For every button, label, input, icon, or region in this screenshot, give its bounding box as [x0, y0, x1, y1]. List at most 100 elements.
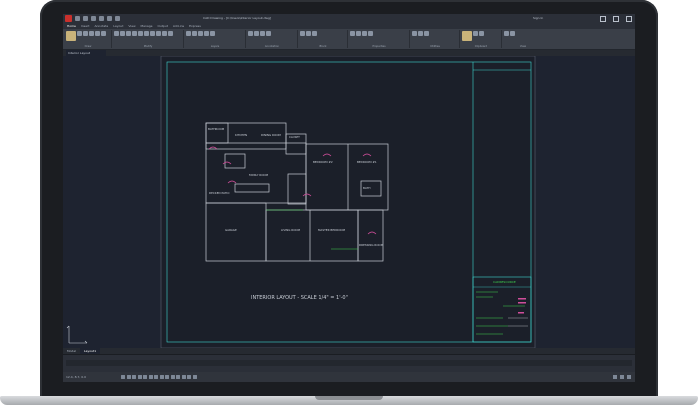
- drawing-canvas[interactable]: BATHROOM KITCHEN DINING ROOM CLOSET BEDR…: [63, 56, 635, 348]
- array-icon[interactable]: [168, 31, 173, 36]
- ribbon-group-layers: Layers: [185, 30, 246, 48]
- ortho-icon[interactable]: [132, 375, 136, 379]
- trim-icon[interactable]: [138, 31, 143, 36]
- drawing-caption: INTERIOR LAYOUT - SCALE 1/4" = 1'-0": [251, 295, 348, 301]
- undo-icon[interactable]: [107, 16, 112, 21]
- redo-icon[interactable]: [115, 16, 120, 21]
- menu-icon[interactable]: [627, 375, 631, 379]
- match-properties-icon[interactable]: [350, 31, 355, 36]
- app-logo-icon[interactable]: [65, 15, 72, 22]
- room-label-kitchen: KITCHEN: [235, 133, 247, 137]
- paste-icon[interactable]: [462, 31, 472, 41]
- title-block-name: CADRESOURCE: [493, 280, 516, 284]
- layer-lock-icon[interactable]: [204, 31, 209, 36]
- ribbon-group-utilities: Utilities: [411, 30, 460, 48]
- otrack-icon[interactable]: [148, 375, 153, 379]
- lineweight-icon[interactable]: [368, 31, 373, 36]
- extend-icon[interactable]: [144, 31, 149, 36]
- layer-freeze-icon[interactable]: [198, 31, 203, 36]
- room-label-closet: CLOSET: [289, 135, 300, 139]
- copy-icon[interactable]: [120, 31, 125, 36]
- polyline-icon[interactable]: [77, 31, 82, 36]
- ribbon-group-label: Modify: [143, 45, 153, 48]
- ribbon-group-clipboard: Clipboard: [461, 30, 502, 48]
- maximize-icon[interactable]: [613, 16, 619, 22]
- line-icon[interactable]: [66, 31, 76, 41]
- print-icon[interactable]: [99, 16, 104, 21]
- rotate-icon[interactable]: [126, 31, 131, 36]
- title-block-mark: [518, 298, 526, 300]
- fullscreen-icon[interactable]: [613, 375, 617, 379]
- save-icon[interactable]: [91, 16, 96, 21]
- dynamic-input-icon[interactable]: [170, 375, 175, 379]
- layer-on-icon[interactable]: [192, 31, 197, 36]
- window-title: CAD Drawing - [C:\Users\Interior Layout.…: [203, 16, 272, 20]
- select-icon[interactable]: [424, 31, 429, 36]
- title-block-mark: [518, 312, 524, 314]
- room-label-family: FAMILY ROOM: [249, 173, 269, 177]
- ribbon-group-modify: Modify: [113, 30, 184, 48]
- mirror-icon[interactable]: [132, 31, 137, 36]
- ribbon-group-block: Block: [299, 30, 348, 48]
- transparency-icon[interactable]: [159, 375, 164, 379]
- layer-properties-icon[interactable]: [186, 31, 191, 36]
- leader-icon[interactable]: [260, 31, 265, 36]
- table-icon[interactable]: [266, 31, 271, 36]
- hatch-icon[interactable]: [101, 31, 106, 36]
- fillet-icon[interactable]: [150, 31, 155, 36]
- room-label-bathroom: BATHROOM: [208, 127, 225, 131]
- workspace-icon[interactable]: [181, 375, 186, 379]
- layer-color-icon[interactable]: [210, 31, 215, 36]
- create-block-icon[interactable]: [306, 31, 311, 36]
- room-label-dining: DINING ROOM: [261, 133, 281, 137]
- command-line: [63, 354, 635, 373]
- customize-icon[interactable]: [620, 375, 624, 379]
- lineweight-toggle-icon[interactable]: [154, 375, 158, 379]
- close-icon[interactable]: [626, 16, 632, 22]
- annotation-scale-icon[interactable]: [176, 375, 180, 379]
- grid-icon[interactable]: [126, 375, 131, 379]
- move-icon[interactable]: [114, 31, 119, 36]
- selection-cycle-icon[interactable]: [165, 375, 169, 379]
- arc-icon[interactable]: [89, 31, 94, 36]
- ribbon-group-draw: Draw: [65, 30, 112, 48]
- dimension-icon[interactable]: [254, 31, 259, 36]
- ucs-icon: [66, 325, 88, 344]
- command-input[interactable]: [66, 360, 632, 366]
- ribbon-group-label: Clipboard: [474, 45, 488, 48]
- cut-icon[interactable]: [473, 31, 478, 36]
- sign-in-link[interactable]: Sign In: [533, 14, 543, 23]
- ribbon-group-properties: Properties: [349, 30, 410, 48]
- view-icon[interactable]: [504, 31, 509, 36]
- title-bar: CAD Drawing - [C:\Users\Interior Layout.…: [63, 14, 635, 23]
- linetype-icon[interactable]: [362, 31, 367, 36]
- minimize-icon[interactable]: [600, 16, 606, 22]
- ribbon-group-label: Draw: [84, 45, 92, 48]
- new-icon[interactable]: [75, 16, 80, 21]
- insert-block-icon[interactable]: [300, 31, 305, 36]
- isolate-icon[interactable]: [187, 375, 191, 379]
- rectangle-icon[interactable]: [95, 31, 100, 36]
- copy-clip-icon[interactable]: [479, 31, 484, 36]
- zoom-icon[interactable]: [510, 31, 515, 36]
- calculator-icon[interactable]: [418, 31, 423, 36]
- measure-icon[interactable]: [412, 31, 417, 36]
- room-label-patio: DECKED PATIO: [209, 191, 230, 195]
- stretch-icon[interactable]: [162, 31, 167, 36]
- hardware-accel-icon[interactable]: [192, 375, 197, 379]
- ribbon-group-label: View: [519, 45, 527, 48]
- scale-icon[interactable]: [156, 31, 161, 36]
- open-icon[interactable]: [83, 16, 88, 21]
- snap-icon[interactable]: [121, 375, 125, 379]
- ribbon-group-label: Annotation: [264, 45, 280, 48]
- circle-icon[interactable]: [83, 31, 88, 36]
- ribbon-group-label: Block: [319, 45, 327, 48]
- text-icon[interactable]: [248, 31, 253, 36]
- room-label-master: MASTER BEDROOM: [318, 228, 346, 232]
- laptop-notch: [315, 396, 383, 400]
- color-icon[interactable]: [356, 31, 361, 36]
- edit-block-icon[interactable]: [312, 31, 317, 36]
- room-label-bedroom-2: BEDROOM #2: [313, 160, 333, 164]
- osnap-icon[interactable]: [143, 375, 147, 379]
- polar-icon[interactable]: [137, 375, 142, 379]
